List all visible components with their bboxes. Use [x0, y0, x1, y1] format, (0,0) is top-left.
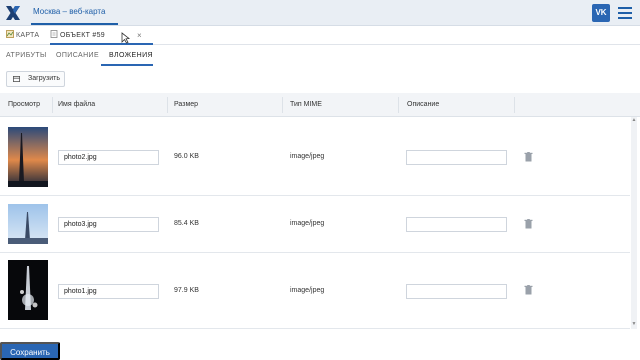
column-divider	[52, 97, 53, 113]
hamburger-icon[interactable]	[618, 7, 632, 19]
column-preview[interactable]: Просмотр	[4, 93, 40, 117]
column-file-name[interactable]: Имя файла	[54, 93, 95, 117]
mime-type: image/jpeg	[290, 287, 325, 294]
app-header: Москва – веб-карта VK	[0, 0, 640, 26]
mime-type: image/jpeg	[290, 153, 325, 160]
photo-thumbnail[interactable]	[8, 260, 48, 320]
scroll-down-icon[interactable]: ▼	[631, 321, 637, 327]
object-tabs: КАРТА ОБЪЕКТ #59 ×	[0, 27, 640, 45]
column-description[interactable]: Описание	[403, 93, 439, 117]
column-divider	[514, 97, 515, 113]
file-size: 96.0 KB	[174, 153, 199, 160]
file-size: 97.9 KB	[174, 287, 199, 294]
table-scrollbar[interactable]	[631, 117, 637, 329]
active-subtab-indicator	[101, 64, 153, 66]
column-divider	[398, 97, 399, 113]
column-divider	[167, 97, 168, 113]
document-icon	[50, 30, 58, 38]
mime-type: image/jpeg	[290, 220, 325, 227]
subtab-attachments[interactable]: ВЛОЖЕНИЯ	[109, 46, 153, 66]
active-tab-indicator	[50, 43, 153, 45]
description-input[interactable]	[406, 284, 507, 299]
column-mime-type[interactable]: Тип MIME	[286, 93, 322, 117]
file-name-input[interactable]: photo1.jpg	[58, 284, 159, 299]
upload-button[interactable]: Загрузить	[6, 71, 65, 87]
column-divider	[282, 97, 283, 113]
app-title-underline	[31, 23, 118, 25]
upload-icon	[13, 76, 20, 82]
tab-map[interactable]: КАРТА	[6, 27, 39, 45]
file-name-input[interactable]: photo2.jpg	[58, 150, 159, 165]
subtab-attributes[interactable]: АТРИБУТЫ	[6, 46, 47, 66]
photo-thumbnail[interactable]	[8, 127, 48, 187]
mouse-cursor-icon	[121, 32, 130, 44]
trash-icon[interactable]	[524, 285, 533, 295]
trash-icon[interactable]	[524, 152, 533, 162]
tab-object-label: ОБЪЕКТ #59	[60, 32, 105, 39]
description-input[interactable]	[406, 217, 507, 232]
attachment-subtabs: АТРИБУТЫ ОПИСАНИЕ ВЛОЖЕНИЯ	[0, 46, 640, 66]
map-icon	[6, 30, 14, 38]
trash-icon[interactable]	[524, 219, 533, 229]
table-row: photo1.jpg 97.9 KB image/jpeg	[0, 254, 630, 329]
upload-button-label: Загрузить	[28, 75, 60, 82]
scroll-up-icon[interactable]: ▲	[631, 117, 637, 123]
file-name-input[interactable]: photo3.jpg	[58, 217, 159, 232]
column-size[interactable]: Размер	[170, 93, 198, 117]
photo-thumbnail[interactable]	[8, 204, 48, 244]
attachments-table-header: Просмотр Имя файла Размер Тип MIME Описа…	[0, 93, 640, 117]
user-avatar[interactable]: VK	[592, 4, 610, 22]
save-button[interactable]: Сохранить	[0, 342, 60, 360]
x-logo-icon[interactable]	[4, 4, 22, 22]
table-row: photo3.jpg 85.4 KB image/jpeg	[0, 197, 630, 253]
tab-map-label: КАРТА	[16, 32, 40, 39]
description-input[interactable]	[406, 150, 507, 165]
file-size: 85.4 KB	[174, 220, 199, 227]
subtab-description[interactable]: ОПИСАНИЕ	[56, 46, 99, 66]
table-row: photo2.jpg 96.0 KB image/jpeg	[0, 118, 630, 196]
